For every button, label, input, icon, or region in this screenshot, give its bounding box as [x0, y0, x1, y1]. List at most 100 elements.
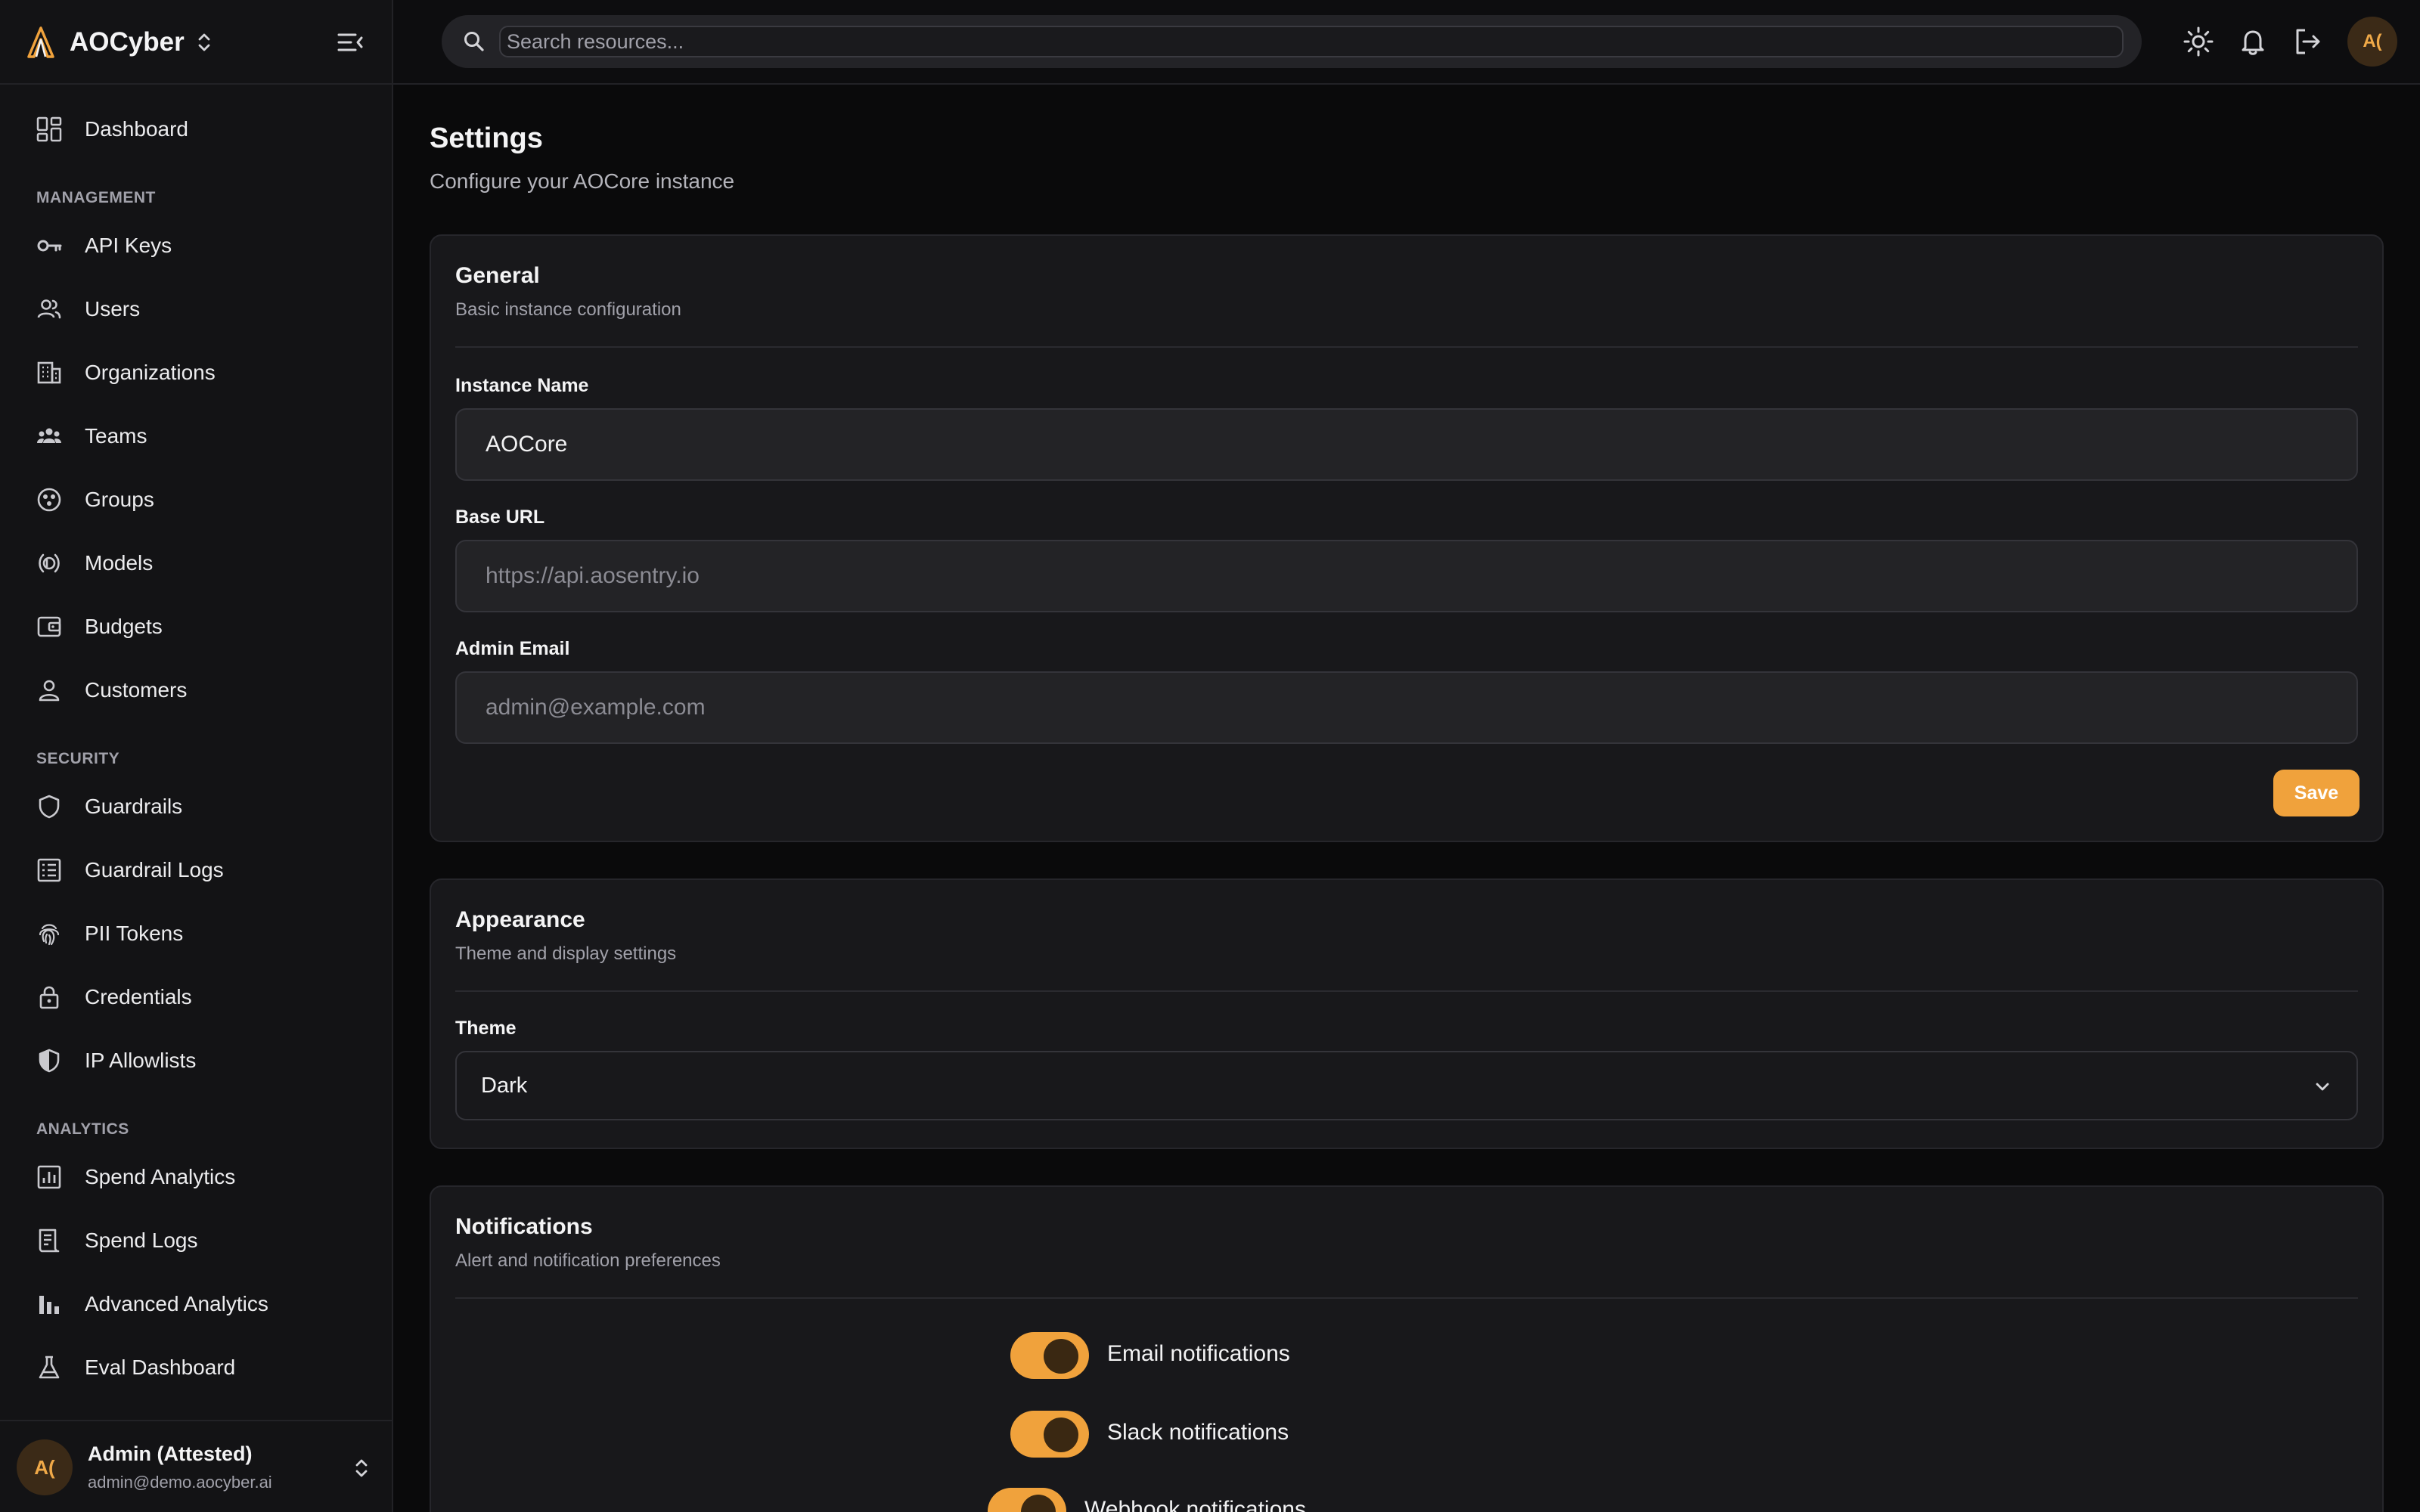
- sidebar-item-label: Guardrail Logs: [85, 858, 224, 881]
- card-description: Alert and notification preferences: [455, 1250, 721, 1271]
- user-email: admin@demo.aocyber.ai: [88, 1473, 272, 1492]
- sidebar-item-guardrails[interactable]: Guardrails: [24, 782, 372, 830]
- sidebar-item-label: IP Allowlists: [85, 1049, 197, 1072]
- section-label-management: MANAGEMENT: [36, 189, 156, 206]
- analytics-icon: [37, 1165, 61, 1189]
- sidebar-item-label: Dashboard: [85, 117, 188, 141]
- dashboard-icon: [36, 116, 62, 142]
- sidebar-item-dashboard[interactable]: Dashboard: [24, 104, 372, 153]
- sidebar-item-teams[interactable]: Teams: [24, 411, 372, 460]
- sidebar-item-label: Organizations: [85, 361, 216, 384]
- sidebar-item-label: API Keys: [85, 234, 172, 257]
- card-description: Basic instance configuration: [455, 299, 681, 320]
- top-bar: A(: [393, 0, 2420, 85]
- sidebar-item-label: Credentials: [85, 985, 192, 1009]
- search-input[interactable]: [499, 26, 2124, 57]
- toggle-label: Slack notifications: [1107, 1420, 1289, 1445]
- groups-icon: [37, 488, 61, 512]
- instance-name-field[interactable]: [455, 408, 2358, 481]
- sidebar-item-label: PII Tokens: [85, 922, 184, 945]
- brand-header: AOCyber: [0, 0, 392, 85]
- sidebar-item-label: Budgets: [85, 615, 163, 638]
- users-icon: [37, 299, 61, 319]
- bell-icon[interactable]: [2237, 26, 2269, 57]
- notifications-settings-card: Notifications Alert and notification pre…: [430, 1185, 2384, 1512]
- save-button[interactable]: Save: [2273, 770, 2360, 816]
- sidebar-item-customers[interactable]: Customers: [24, 665, 372, 714]
- sidebar-item-label: Eval Dashboard: [85, 1356, 236, 1379]
- theme-toggle-sun-icon[interactable]: [2183, 26, 2214, 57]
- card-title: General: [455, 263, 540, 288]
- chevron-updown-icon[interactable]: [352, 1456, 371, 1480]
- base-url-label: Base URL: [455, 507, 545, 528]
- sidebar-item-eval-dashboard[interactable]: Eval Dashboard: [24, 1343, 372, 1391]
- card-title: Notifications: [455, 1214, 593, 1239]
- user-menu[interactable]: A( Admin (Attested) admin@demo.aocyber.a…: [0, 1420, 392, 1512]
- webhook-notifications-toggle[interactable]: [988, 1488, 1066, 1512]
- page-subtitle: Configure your AOCore instance: [430, 169, 735, 193]
- section-label-security: SECURITY: [36, 750, 120, 767]
- divider: [455, 990, 2358, 992]
- chevron-updown-icon[interactable]: [195, 30, 213, 54]
- sidebar-item-label: Advanced Analytics: [85, 1292, 268, 1315]
- sidebar-item-models[interactable]: Models: [24, 538, 372, 587]
- sidebar-item-advanced-analytics[interactable]: Advanced Analytics: [24, 1279, 372, 1328]
- sidebar-item-ip-allowlists[interactable]: IP Allowlists: [24, 1036, 372, 1084]
- instance-name-label: Instance Name: [455, 375, 589, 396]
- card-title: Appearance: [455, 907, 585, 932]
- sidebar-item-label: Teams: [85, 424, 147, 448]
- toggle-knob: [1044, 1339, 1078, 1374]
- sidebar-item-credentials[interactable]: Credentials: [24, 972, 372, 1021]
- base-url-field[interactable]: [455, 540, 2358, 612]
- brand-name: AOCyber: [70, 27, 185, 57]
- sidebar-item-pii-tokens[interactable]: PII Tokens: [24, 909, 372, 957]
- sidebar-item-users[interactable]: Users: [24, 284, 372, 333]
- theme-select-value: Dark: [481, 1074, 528, 1098]
- sidebar-item-spend-analytics[interactable]: Spend Analytics: [24, 1152, 372, 1201]
- building-icon: [37, 361, 61, 384]
- shield-half-icon: [39, 1049, 60, 1073]
- card-description: Theme and display settings: [455, 943, 677, 964]
- sidebar-item-spend-logs[interactable]: Spend Logs: [24, 1216, 372, 1264]
- sidebar-item-label: Spend Analytics: [85, 1165, 236, 1188]
- fingerprint-icon: [39, 924, 60, 946]
- slack-notifications-toggle[interactable]: [1010, 1411, 1089, 1458]
- logout-icon[interactable]: [2291, 26, 2323, 57]
- sidebar-item-groups[interactable]: Groups: [24, 475, 372, 523]
- search-bar: [442, 15, 2142, 68]
- sidebar-item-budgets[interactable]: Budgets: [24, 602, 372, 650]
- bar-chart-icon: [39, 1296, 59, 1314]
- shield-icon: [39, 795, 60, 819]
- lock-icon: [39, 986, 59, 1009]
- admin-email-label: Admin Email: [455, 638, 570, 659]
- admin-email-field[interactable]: [455, 671, 2358, 744]
- flask-icon: [39, 1356, 60, 1379]
- toggle-knob: [1021, 1495, 1056, 1512]
- sidebar: AOCyber Dashboard MANAGEMENT API Keys Us…: [0, 0, 393, 1512]
- search-icon: [464, 32, 484, 51]
- email-notifications-toggle[interactable]: [1010, 1332, 1089, 1379]
- team-icon: [37, 428, 61, 443]
- appearance-settings-card: Appearance Theme and display settings Th…: [430, 878, 2384, 1149]
- avatar[interactable]: A(: [2347, 17, 2397, 67]
- collapse-sidebar-icon[interactable]: [336, 29, 366, 56]
- divider: [455, 1297, 2358, 1299]
- sidebar-item-guardrail-logs[interactable]: Guardrail Logs: [24, 845, 372, 894]
- section-label-analytics: ANALYTICS: [36, 1120, 129, 1138]
- page-title: Settings: [430, 122, 543, 154]
- theme-select[interactable]: Dark: [455, 1051, 2358, 1120]
- sidebar-item-organizations[interactable]: Organizations: [24, 348, 372, 396]
- toggle-knob: [1044, 1418, 1078, 1452]
- aocyber-logo-icon: [27, 26, 54, 58]
- theme-label: Theme: [455, 1018, 517, 1039]
- sidebar-item-label: Users: [85, 297, 141, 321]
- receipt-icon: [39, 1228, 60, 1253]
- log-list-icon: [37, 858, 61, 882]
- sidebar-item-label: Models: [85, 551, 154, 575]
- sidebar-item-api-keys[interactable]: API Keys: [24, 221, 372, 269]
- toggle-label: Email notifications: [1107, 1341, 1290, 1366]
- divider: [455, 346, 2358, 348]
- sidebar-item-label: Guardrails: [85, 795, 183, 818]
- model-icon: [39, 553, 60, 573]
- person-icon: [39, 680, 60, 702]
